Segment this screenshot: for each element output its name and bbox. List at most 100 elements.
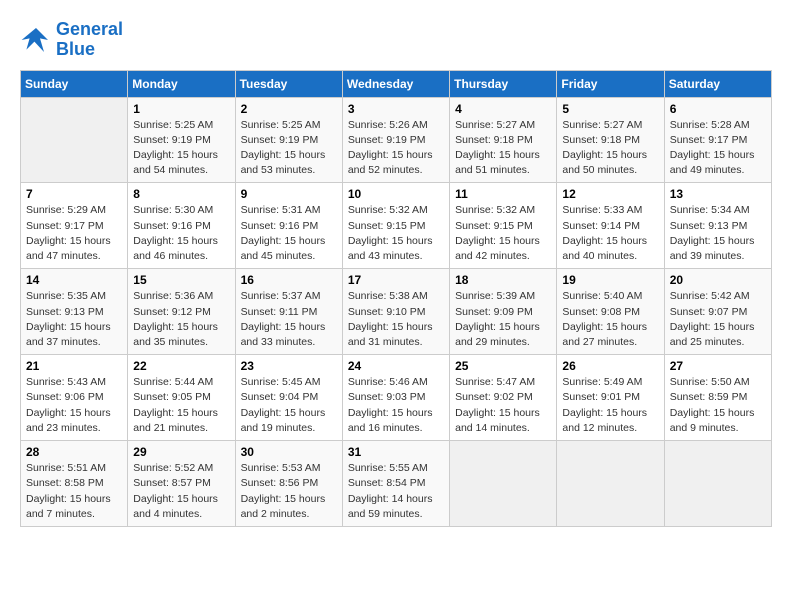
day-number: 2 <box>241 102 337 116</box>
weekday-header: Tuesday <box>235 70 342 97</box>
day-info: Sunrise: 5:42 AM Sunset: 9:07 PM Dayligh… <box>670 289 766 350</box>
day-number: 9 <box>241 187 337 201</box>
weekday-header: Thursday <box>450 70 557 97</box>
calendar-cell: 28 Sunrise: 5:51 AM Sunset: 8:58 PM Dayli… <box>21 441 128 527</box>
calendar-cell: 22Sunrise: 5:44 AM Sunset: 9:05 PM Dayli… <box>128 355 235 441</box>
day-info: Sunrise: 5:29 AM Sunset: 9:17 PM Dayligh… <box>26 203 122 264</box>
calendar-cell: 18 Sunrise: 5:39 AM Sunset: 9:09 PM Dayli… <box>450 269 557 355</box>
day-number: 12 <box>562 187 658 201</box>
day-number: 28 <box>26 445 122 459</box>
calendar-cell: 5 Sunrise: 5:27 AM Sunset: 9:18 PM Daylig… <box>557 97 664 183</box>
day-number: 21 <box>26 359 122 373</box>
day-info: Sunrise: 5:27 AM Sunset: 9:18 PM Dayligh… <box>562 118 658 179</box>
weekday-header: Saturday <box>664 70 771 97</box>
day-info: Sunrise: 5:35 AM Sunset: 9:13 PM Dayligh… <box>26 289 122 350</box>
calendar-cell: 6Sunrise: 5:28 AM Sunset: 9:17 PM Daylig… <box>664 97 771 183</box>
logo-text: General Blue <box>56 20 123 60</box>
calendar-week-row: 1 Sunrise: 5:25 AM Sunset: 9:19 PM Daylig… <box>21 97 772 183</box>
calendar-cell: 23Sunrise: 5:45 AM Sunset: 9:04 PM Dayli… <box>235 355 342 441</box>
calendar-cell <box>21 97 128 183</box>
calendar-cell: 8 Sunrise: 5:30 AM Sunset: 9:16 PM Daylig… <box>128 183 235 269</box>
day-number: 20 <box>670 273 766 287</box>
calendar-cell: 29 Sunrise: 5:52 AM Sunset: 8:57 PM Dayli… <box>128 441 235 527</box>
day-info: Sunrise: 5:36 AM Sunset: 9:12 PM Dayligh… <box>133 289 229 350</box>
calendar-cell: 11 Sunrise: 5:32 AM Sunset: 9:15 PM Dayli… <box>450 183 557 269</box>
weekday-header-row: SundayMondayTuesdayWednesdayThursdayFrid… <box>21 70 772 97</box>
day-info: Sunrise: 5:50 AM Sunset: 8:59 PM Dayligh… <box>670 375 766 436</box>
day-info: Sunrise: 5:47 AM Sunset: 9:02 PM Dayligh… <box>455 375 551 436</box>
day-info: Sunrise: 5:46 AM Sunset: 9:03 PM Dayligh… <box>348 375 444 436</box>
day-info: Sunrise: 5:52 AM Sunset: 8:57 PM Dayligh… <box>133 461 229 522</box>
day-info: Sunrise: 5:27 AM Sunset: 9:18 PM Dayligh… <box>455 118 551 179</box>
calendar-week-row: 14 Sunrise: 5:35 AM Sunset: 9:13 PM Dayli… <box>21 269 772 355</box>
calendar-cell: 24Sunrise: 5:46 AM Sunset: 9:03 PM Dayli… <box>342 355 449 441</box>
calendar-cell: 17 Sunrise: 5:38 AM Sunset: 9:10 PM Dayli… <box>342 269 449 355</box>
day-number: 7 <box>26 187 122 201</box>
calendar-cell <box>557 441 664 527</box>
day-info: Sunrise: 5:25 AM Sunset: 9:19 PM Dayligh… <box>133 118 229 179</box>
day-info: Sunrise: 5:31 AM Sunset: 9:16 PM Dayligh… <box>241 203 337 264</box>
day-number: 27 <box>670 359 766 373</box>
day-number: 5 <box>562 102 658 116</box>
day-info: Sunrise: 5:39 AM Sunset: 9:09 PM Dayligh… <box>455 289 551 350</box>
day-number: 18 <box>455 273 551 287</box>
day-info: Sunrise: 5:32 AM Sunset: 9:15 PM Dayligh… <box>348 203 444 264</box>
calendar-cell: 13 Sunrise: 5:34 AM Sunset: 9:13 PM Dayli… <box>664 183 771 269</box>
day-info: Sunrise: 5:28 AM Sunset: 9:17 PM Dayligh… <box>670 118 766 179</box>
calendar-week-row: 21 Sunrise: 5:43 AM Sunset: 9:06 PM Dayli… <box>21 355 772 441</box>
weekday-header: Sunday <box>21 70 128 97</box>
calendar-cell: 3Sunrise: 5:26 AM Sunset: 9:19 PM Daylig… <box>342 97 449 183</box>
logo: General Blue <box>20 20 123 60</box>
calendar-cell: 1 Sunrise: 5:25 AM Sunset: 9:19 PM Daylig… <box>128 97 235 183</box>
day-number: 17 <box>348 273 444 287</box>
day-info: Sunrise: 5:25 AM Sunset: 9:19 PM Dayligh… <box>241 118 337 179</box>
day-number: 30 <box>241 445 337 459</box>
weekday-header: Wednesday <box>342 70 449 97</box>
day-info: Sunrise: 5:51 AM Sunset: 8:58 PM Dayligh… <box>26 461 122 522</box>
day-info: Sunrise: 5:49 AM Sunset: 9:01 PM Dayligh… <box>562 375 658 436</box>
day-info: Sunrise: 5:30 AM Sunset: 9:16 PM Dayligh… <box>133 203 229 264</box>
day-number: 19 <box>562 273 658 287</box>
day-number: 14 <box>26 273 122 287</box>
day-number: 25 <box>455 359 551 373</box>
day-info: Sunrise: 5:40 AM Sunset: 9:08 PM Dayligh… <box>562 289 658 350</box>
day-info: Sunrise: 5:43 AM Sunset: 9:06 PM Dayligh… <box>26 375 122 436</box>
day-info: Sunrise: 5:32 AM Sunset: 9:15 PM Dayligh… <box>455 203 551 264</box>
day-info: Sunrise: 5:55 AM Sunset: 8:54 PM Dayligh… <box>348 461 444 522</box>
weekday-header: Monday <box>128 70 235 97</box>
calendar-cell <box>450 441 557 527</box>
calendar-cell: 16 Sunrise: 5:37 AM Sunset: 9:11 PM Dayli… <box>235 269 342 355</box>
calendar-week-row: 7 Sunrise: 5:29 AM Sunset: 9:17 PM Daylig… <box>21 183 772 269</box>
weekday-header: Friday <box>557 70 664 97</box>
calendar-cell: 15Sunrise: 5:36 AM Sunset: 9:12 PM Dayli… <box>128 269 235 355</box>
calendar-cell: 7 Sunrise: 5:29 AM Sunset: 9:17 PM Daylig… <box>21 183 128 269</box>
day-info: Sunrise: 5:34 AM Sunset: 9:13 PM Dayligh… <box>670 203 766 264</box>
day-number: 11 <box>455 187 551 201</box>
day-info: Sunrise: 5:38 AM Sunset: 9:10 PM Dayligh… <box>348 289 444 350</box>
calendar-week-row: 28 Sunrise: 5:51 AM Sunset: 8:58 PM Dayli… <box>21 441 772 527</box>
calendar-cell: 31 Sunrise: 5:55 AM Sunset: 8:54 PM Dayli… <box>342 441 449 527</box>
page-header: General Blue <box>20 20 772 60</box>
calendar-cell: 2 Sunrise: 5:25 AM Sunset: 9:19 PM Daylig… <box>235 97 342 183</box>
calendar-cell: 19 Sunrise: 5:40 AM Sunset: 9:08 PM Dayli… <box>557 269 664 355</box>
day-info: Sunrise: 5:37 AM Sunset: 9:11 PM Dayligh… <box>241 289 337 350</box>
day-info: Sunrise: 5:33 AM Sunset: 9:14 PM Dayligh… <box>562 203 658 264</box>
day-number: 1 <box>133 102 229 116</box>
day-number: 13 <box>670 187 766 201</box>
calendar-cell: 26Sunrise: 5:49 AM Sunset: 9:01 PM Dayli… <box>557 355 664 441</box>
day-info: Sunrise: 5:26 AM Sunset: 9:19 PM Dayligh… <box>348 118 444 179</box>
calendar-cell: 25 Sunrise: 5:47 AM Sunset: 9:02 PM Dayli… <box>450 355 557 441</box>
day-info: Sunrise: 5:53 AM Sunset: 8:56 PM Dayligh… <box>241 461 337 522</box>
calendar-cell: 30 Sunrise: 5:53 AM Sunset: 8:56 PM Dayli… <box>235 441 342 527</box>
calendar-cell: 14 Sunrise: 5:35 AM Sunset: 9:13 PM Dayli… <box>21 269 128 355</box>
day-number: 8 <box>133 187 229 201</box>
calendar-cell: 27 Sunrise: 5:50 AM Sunset: 8:59 PM Dayli… <box>664 355 771 441</box>
day-number: 29 <box>133 445 229 459</box>
calendar-cell: 20 Sunrise: 5:42 AM Sunset: 9:07 PM Dayli… <box>664 269 771 355</box>
day-number: 31 <box>348 445 444 459</box>
calendar-cell: 12 Sunrise: 5:33 AM Sunset: 9:14 PM Dayli… <box>557 183 664 269</box>
logo-icon <box>20 24 52 56</box>
day-number: 16 <box>241 273 337 287</box>
calendar-cell: 4Sunrise: 5:27 AM Sunset: 9:18 PM Daylig… <box>450 97 557 183</box>
day-number: 10 <box>348 187 444 201</box>
